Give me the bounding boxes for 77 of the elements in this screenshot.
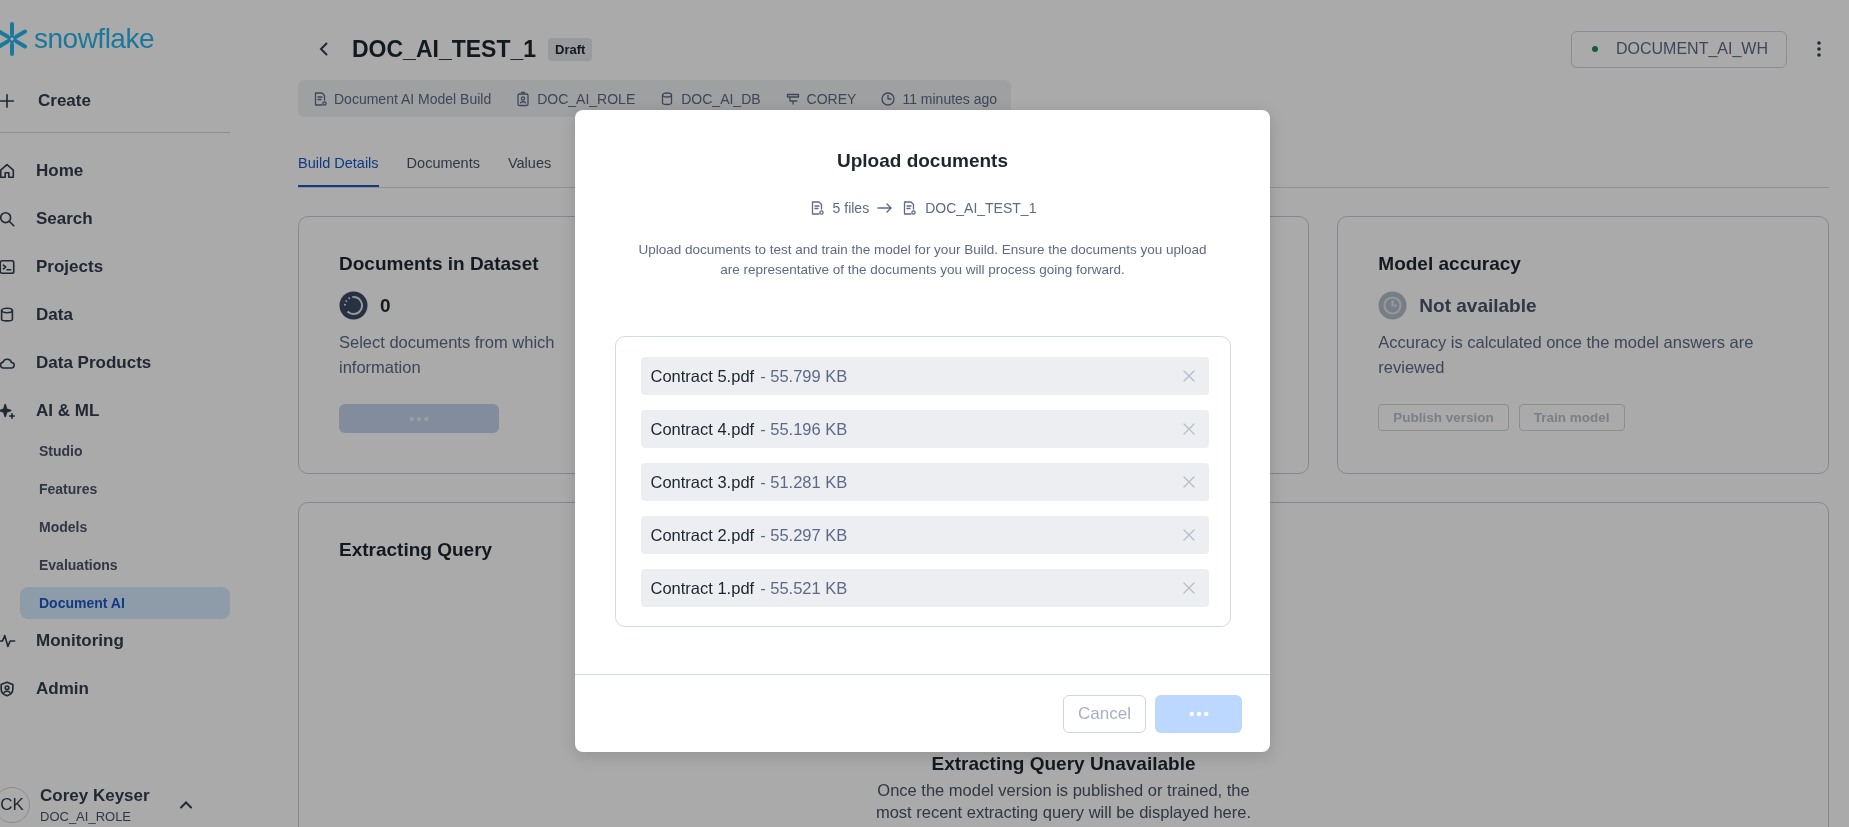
- sidebar-item[interactable]: Monitoring: [0, 617, 240, 665]
- progress-ring-icon: [339, 291, 368, 320]
- breadcrumb-text: 11 minutes ago: [902, 90, 998, 107]
- file-count: 5 files: [832, 200, 870, 216]
- close-icon[interactable]: [1182, 423, 1195, 435]
- clock-icon: [1378, 291, 1408, 320]
- card-title: Extracting Query: [339, 539, 493, 561]
- upload-button[interactable]: [1155, 694, 1242, 733]
- breadcrumb-text: Document AI Model Build: [334, 90, 492, 107]
- tab[interactable]: Values: [507, 155, 552, 187]
- file-size: - 55.196 KB: [760, 419, 848, 439]
- home-icon: [0, 162, 16, 180]
- logo-wordmark: snowflake: [34, 23, 154, 55]
- card-description: Select documents from which: [339, 332, 555, 353]
- database-icon: [0, 306, 16, 324]
- card-description: information: [339, 357, 421, 378]
- plus-icon: [0, 92, 16, 110]
- close-icon[interactable]: [1182, 476, 1195, 488]
- arrow-right-icon: [877, 202, 894, 214]
- select-documents-button[interactable]: [339, 404, 499, 433]
- clock-icon: [880, 90, 897, 107]
- sidebar-subitem[interactable]: Evaluations: [20, 549, 230, 581]
- card-title: Documents in Dataset: [339, 253, 539, 275]
- search-icon: [0, 210, 16, 228]
- snowflake-logo-icon: [0, 21, 30, 57]
- close-icon[interactable]: [1182, 529, 1195, 541]
- document-icon: [312, 90, 328, 107]
- file-name: Contract 4.pdf: [650, 419, 755, 439]
- tab[interactable]: Build Details: [298, 155, 379, 187]
- file-size: - 51.281 KB: [760, 472, 848, 492]
- sparkle-icon: [0, 402, 16, 420]
- status-dot-icon: [1592, 46, 1598, 52]
- tab[interactable]: Documents: [406, 155, 480, 187]
- warehouse-button[interactable]: DOCUMENT_AI_WH: [1571, 30, 1787, 68]
- close-icon[interactable]: [1182, 370, 1195, 382]
- sidebar-subitem[interactable]: Models: [20, 511, 230, 543]
- badge-icon: [515, 90, 532, 107]
- sidebar-item[interactable]: Data: [0, 291, 240, 339]
- sidebar-item[interactable]: AI & ML: [0, 387, 240, 435]
- terminal-icon: [0, 258, 16, 276]
- sidebar-item[interactable]: Home: [0, 147, 240, 195]
- loading-dots-icon: [1188, 710, 1209, 717]
- dialog-title: Upload documents: [837, 150, 1008, 172]
- sidebar-item[interactable]: Search: [0, 195, 240, 243]
- card-title: Model accuracy: [1378, 253, 1521, 275]
- file-name: Contract 2.pdf: [650, 525, 755, 545]
- create-button[interactable]: Create: [0, 86, 240, 116]
- sidebar-item[interactable]: Data Products: [0, 339, 240, 387]
- shield-user-icon: [0, 680, 16, 698]
- file-name: Contract 1.pdf: [650, 578, 755, 598]
- document-icon: [901, 200, 918, 216]
- file-name: Contract 3.pdf: [650, 472, 755, 492]
- file-size: - 55.297 KB: [760, 525, 848, 545]
- file-name: Contract 5.pdf: [650, 366, 755, 386]
- document-count: 0: [380, 294, 391, 317]
- sidebar-subitem[interactable]: Studio: [20, 435, 230, 467]
- sidebar-item[interactable]: Projects: [0, 243, 240, 291]
- sidebar-item[interactable]: Admin: [0, 665, 240, 713]
- dialog-description: Upload documents to test and train the model for your Build. Ensure the documents you upload are representative of the documents you will process going forward.: [637, 241, 1208, 279]
- target-build: DOC_AI_TEST_1: [925, 200, 1037, 216]
- file-size: - 55.799 KB: [760, 366, 848, 386]
- pulse-icon: [0, 632, 16, 650]
- sidebar-subitem[interactable]: Document AI: [20, 587, 230, 619]
- status-badge: Draft: [548, 37, 593, 61]
- page-title: DOC_AI_TEST_1: [352, 35, 537, 63]
- empty-state-text: Once the model version is published or trained, the most recent extracting query will be displayed here.: [874, 780, 1253, 823]
- card-description: Accuracy is calculated once the model answers are reviewed: [1378, 332, 1755, 378]
- empty-state-title: Extracting Query Unavailable: [931, 753, 1196, 775]
- user-role: DOC_AI_ROLE: [40, 809, 133, 824]
- file-size: - 55.521 KB: [760, 578, 848, 598]
- accuracy-status: Not available: [1419, 294, 1537, 317]
- user-name: Corey Keyser: [40, 786, 150, 806]
- breadcrumb-text: DOC_AI_DB: [681, 90, 761, 107]
- sidebar-subitem[interactable]: Features: [20, 473, 230, 505]
- close-icon[interactable]: [1182, 582, 1195, 594]
- breadcrumb-text: COREY: [806, 90, 857, 107]
- breadcrumb-text: DOC_AI_ROLE: [537, 90, 636, 107]
